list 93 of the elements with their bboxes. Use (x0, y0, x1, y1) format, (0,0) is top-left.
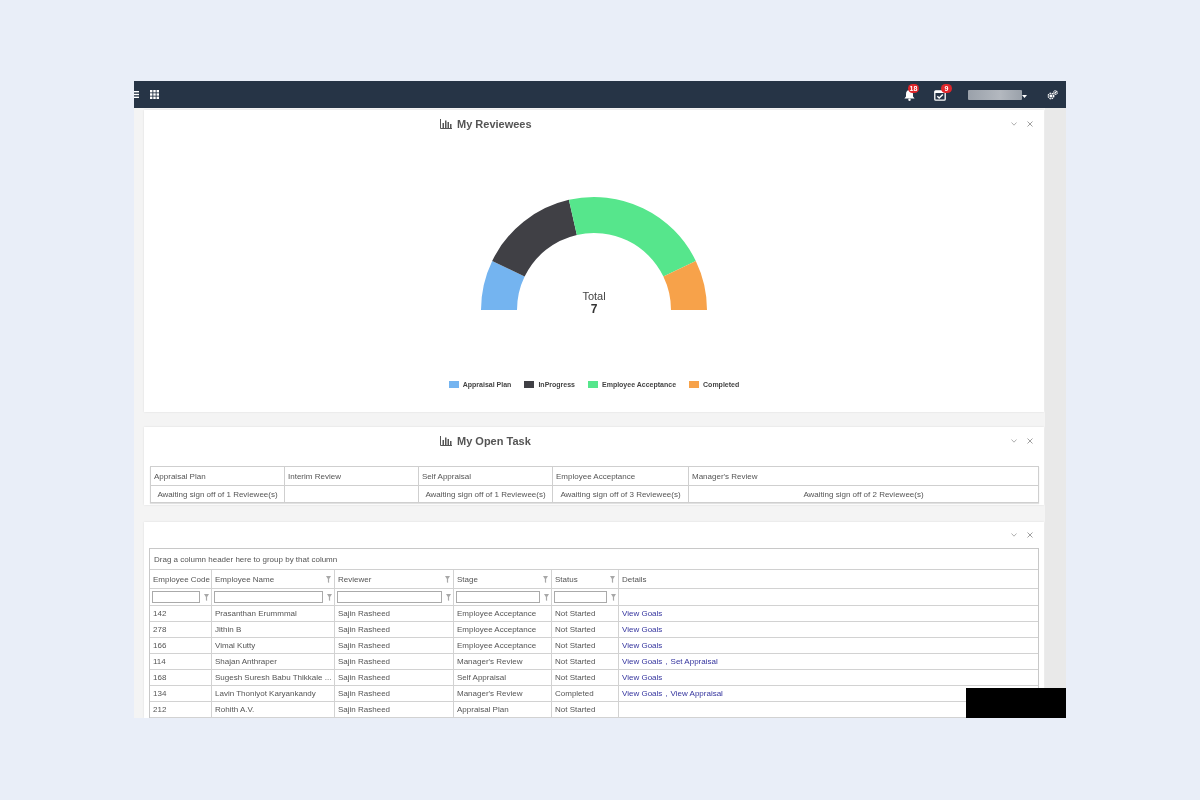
column-header[interactable]: Stage (453, 570, 552, 589)
redacted-name-bar (968, 89, 1022, 100)
filter-field[interactable] (456, 591, 540, 603)
funnel-icon[interactable] (327, 593, 332, 601)
panel-title: My Open Task (457, 435, 531, 447)
chevron-down-icon[interactable] (1011, 439, 1017, 443)
close-icon[interactable] (1027, 438, 1033, 444)
chevron-down-icon[interactable] (1011, 122, 1017, 126)
caret-icon[interactable] (1022, 94, 1027, 98)
table-cell: Sajin Rasheed (334, 621, 454, 638)
table-cell: Sajin Rasheed (334, 669, 454, 686)
column-header[interactable]: Status (551, 570, 619, 589)
table-cell: Not Started (551, 637, 619, 654)
table-cell: Awaiting sign off of 3 Reviewee(s) (552, 485, 689, 503)
column-header: Interim Review (284, 466, 419, 486)
close-icon[interactable] (1027, 121, 1033, 127)
table-cell: 134 (150, 685, 212, 702)
column-header: Self Appraisal (418, 466, 553, 486)
table-cell: Sajin Rasheed (334, 653, 454, 670)
column-header: Appraisal Plan (150, 466, 285, 486)
table-cell: Awaiting sign off of 1 Reviewee(s) (418, 485, 553, 503)
column-header[interactable]: Employee Code (150, 570, 212, 589)
table-cell: Sajin Rasheed (334, 637, 454, 654)
details-link[interactable]: View Goals (622, 641, 663, 650)
table-cell: Rohith A.V. (211, 701, 335, 718)
link-separator: , (665, 689, 668, 698)
table-cell: Not Started (551, 701, 619, 718)
funnel-icon[interactable] (445, 575, 450, 583)
table-cell: Employee Acceptance (453, 605, 552, 622)
details-link[interactable]: View Goals (622, 625, 663, 634)
table-cell: Employee Acceptance (453, 621, 552, 638)
table-cell: Awaiting sign off of 2 Reviewee(s) (688, 485, 1039, 503)
details-link[interactable]: Set Appraisal (670, 657, 718, 666)
bar-chart-icon (440, 436, 452, 446)
funnel-icon[interactable] (544, 593, 549, 601)
total-value: 7 (590, 303, 598, 316)
table-cell: Sajin Rasheed (334, 701, 454, 718)
bar-chart-icon (440, 119, 452, 129)
apps-grid-icon[interactable] (150, 90, 159, 99)
table-cell: Lavin Thoniyot Karyankandy (211, 685, 335, 702)
table-cell: 278 (150, 621, 212, 638)
link-separator: , (665, 657, 668, 666)
filter-field[interactable] (152, 591, 200, 603)
table-cell: Awaiting sign off of 1 Reviewee(s) (150, 485, 285, 503)
filter-field[interactable] (337, 591, 442, 603)
details-link[interactable]: View Goals (622, 673, 663, 682)
table-cell: Sajin Rasheed (334, 685, 454, 702)
table-cell: Jithin B (211, 621, 335, 638)
funnel-icon[interactable] (543, 575, 548, 583)
table-cell: Not Started (551, 653, 619, 670)
table-cell: Manager's Review (453, 685, 552, 702)
close-icon[interactable] (1027, 532, 1033, 538)
panel-title: My Reviewees (457, 118, 532, 130)
funnel-icon[interactable] (611, 593, 616, 601)
table-cell: Sugesh Suresh Babu Thikkale ... (211, 669, 335, 686)
menu-icon[interactable] (134, 91, 139, 98)
filter-field[interactable] (214, 591, 323, 603)
funnel-icon[interactable] (446, 593, 451, 601)
column-header[interactable]: Reviewer (334, 570, 454, 589)
table-cell: Not Started (551, 621, 619, 638)
table-cell: 166 (150, 637, 212, 654)
table-cell: 142 (150, 605, 212, 622)
group-hint: Drag a column header here to group by that column (154, 554, 338, 564)
details-link[interactable]: View Appraisal (670, 689, 723, 698)
column-header: Manager's Review (688, 466, 1039, 486)
details-link[interactable]: View Goals (622, 657, 663, 666)
table-cell: 212 (150, 701, 212, 718)
table-cell: Not Started (551, 669, 619, 686)
table-cell: Shajan Anthraper (211, 653, 335, 670)
table-cell: Manager's Review (453, 653, 552, 670)
table-cell: Not Started (551, 605, 619, 622)
chevron-down-icon[interactable] (1011, 533, 1017, 537)
gears-icon[interactable] (1047, 89, 1058, 100)
table-cell: Employee Acceptance (453, 637, 552, 654)
filter-field[interactable] (554, 591, 607, 603)
table-cell: Prasanthan Erummmal (211, 605, 335, 622)
column-header[interactable]: Details (618, 570, 1038, 589)
funnel-icon[interactable] (610, 575, 615, 583)
table-cell: 114 (150, 653, 212, 670)
details-link[interactable]: View Goals (622, 609, 663, 618)
funnel-icon[interactable] (204, 593, 209, 601)
table-cell: 168 (150, 669, 212, 686)
details-link[interactable]: View Goals (622, 689, 663, 698)
table-cell: Self Appraisal (453, 669, 552, 686)
total-label: Total (582, 290, 606, 303)
table-cell: Sajin Rasheed (334, 605, 454, 622)
funnel-icon[interactable] (326, 575, 331, 583)
table-cell: Completed (551, 685, 619, 702)
column-header[interactable]: Employee Name (211, 570, 335, 589)
table-cell: Appraisal Plan (453, 701, 552, 718)
column-header: Employee Acceptance (552, 466, 689, 486)
table-cell: Vimal Kutty (211, 637, 335, 654)
scrollbar[interactable] (1045, 108, 1066, 688)
